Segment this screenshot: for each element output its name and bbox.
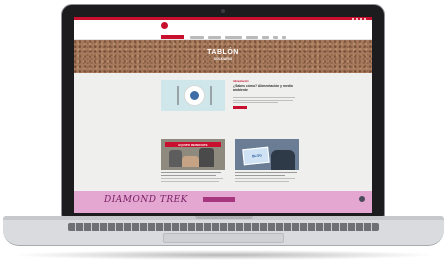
card-excerpt-line [235,178,295,179]
laptop-lid: TABLÓN SOLIDARIO Alimentación ¿Sabes cóm… [61,4,385,217]
featured-excerpt-line [233,102,278,103]
nav-item-active[interactable] [161,35,184,39]
card-excerpt-line [161,178,223,179]
plate-icon [184,85,205,106]
featured-excerpt-line [233,99,293,101]
nav-item[interactable] [208,35,221,39]
promo-button[interactable] [203,197,235,202]
card-title-line[interactable] [235,174,285,176]
blog-sign: BLOG [242,146,270,166]
laptop-shadow [10,250,437,260]
robot-figure [169,150,182,167]
hero-title: TABLÓN [207,49,239,56]
chat-icon[interactable] [359,196,365,202]
nav-item[interactable] [225,35,242,39]
people-figure [271,150,295,170]
robot-figure [199,148,214,167]
nav-item[interactable] [190,35,204,39]
nav-item[interactable] [246,35,258,39]
card-excerpt-line [161,180,219,182]
featured-excerpt-line [233,97,295,98]
card-banner-text: EQUIPO REINICIATE [178,142,208,147]
featured-image[interactable] [161,80,225,111]
keyboard [68,223,379,231]
main-content: Alimentación ¿Sabes cómo? Alimentación y… [74,73,372,191]
logo-icon[interactable] [161,22,168,29]
hero-subtitle: SOLIDARIO [213,57,233,61]
card-excerpt-line [235,180,289,182]
globe-icon [190,91,199,100]
hero-banner: TABLÓN SOLIDARIO [74,40,372,73]
lid-notch [195,216,253,219]
card-banner: EQUIPO REINICIATE [165,142,221,147]
laptop-base [3,216,444,246]
featured-category[interactable]: Alimentación [233,80,249,83]
nav-item[interactable] [273,35,278,39]
laptop-screen: TABLÓN SOLIDARIO Alimentación ¿Sabes cóm… [74,17,372,213]
nav-item[interactable] [262,35,269,39]
card-title-line[interactable] [235,172,297,173]
kids-figure [182,156,199,167]
promo-title: DIAMOND TREK [104,195,188,205]
card-title-line[interactable] [161,174,216,176]
read-more-button[interactable] [233,106,247,109]
trackpad [163,233,284,243]
knife-icon [210,86,212,105]
card-image-blog[interactable]: BLOG [235,139,299,170]
blog-sign-text: BLOG [251,153,263,159]
nav-item[interactable] [282,35,286,39]
card-image-robotics[interactable]: EQUIPO REINICIATE [161,139,225,170]
featured-title[interactable]: ¿Sabes cómo? Alimentación y medio ambien… [233,84,295,92]
webcam-icon [221,9,225,13]
promo-banner[interactable]: DIAMOND TREK [74,191,372,213]
card-title-line[interactable] [161,172,221,173]
fork-icon [177,86,179,105]
site-header [74,20,372,34]
